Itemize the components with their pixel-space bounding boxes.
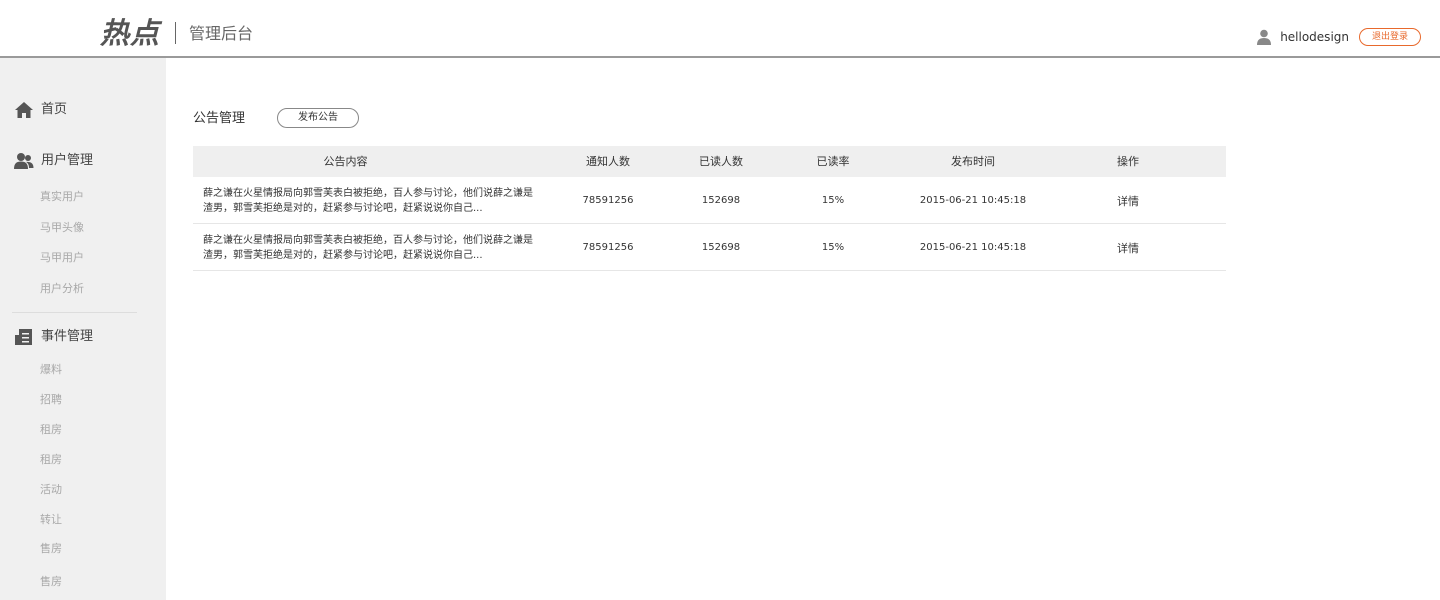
sidebar-item-label: 首页 bbox=[41, 102, 68, 117]
column-header-publish-time: 发布时间 bbox=[951, 155, 995, 168]
cell-read: 152698 bbox=[701, 195, 741, 206]
user-area: hellodesign 退出登录 bbox=[1257, 28, 1421, 46]
column-header-read-rate: 已读率 bbox=[816, 155, 850, 168]
sidebar-subitem-user-analytics[interactable]: 用户分析 bbox=[40, 282, 84, 296]
table-row: 薛之谦在火星情报局向郭雪芙表白被拒绝，百人参与讨论，他们说薛之谦是渣男，郭雪芙拒… bbox=[193, 177, 1226, 224]
app-subtitle: 管理后台 bbox=[189, 24, 254, 43]
sidebar: 首页 用户管理 真实用户 马甲头像 马甲用户 用户分析 事件管理 爆料 招聘 租… bbox=[0, 58, 166, 600]
sidebar-subitem-real-users[interactable]: 真实用户 bbox=[40, 190, 84, 204]
sidebar-subitem-vest-users[interactable]: 马甲用户 bbox=[40, 251, 84, 265]
cell-read-rate: 15% bbox=[821, 195, 845, 206]
column-header-content: 公告内容 bbox=[323, 155, 368, 168]
app-logo[interactable]: 热点 bbox=[100, 16, 160, 50]
sidebar-subitem-event[interactable]: 爆料 bbox=[40, 363, 62, 377]
cell-publish-time: 2015-06-21 10:45:18 bbox=[919, 242, 1027, 253]
cell-content: 薛之谦在火星情报局向郭雪芙表白被拒绝，百人参与讨论，他们说薛之谦是渣男，郭雪芙拒… bbox=[203, 224, 533, 271]
cell-publish-time: 2015-06-21 10:45:18 bbox=[919, 195, 1027, 206]
announcement-text: 薛之谦在火星情报局向郭雪芙表白被拒绝，百人参与讨论，他们说薛之谦是渣男，郭雪芙拒… bbox=[203, 234, 533, 261]
details-link[interactable]: 详情 bbox=[1098, 224, 1158, 271]
cell-read-rate: 15% bbox=[821, 242, 845, 253]
sidebar-item-user-management[interactable]: 用户管理 bbox=[14, 152, 93, 170]
user-avatar-icon bbox=[1257, 29, 1272, 45]
details-link[interactable]: 详情 bbox=[1098, 177, 1158, 224]
sidebar-subitem-event[interactable]: 转让 bbox=[40, 513, 62, 527]
cell-notified: 78591256 bbox=[582, 195, 634, 206]
table-header: 公告内容 通知人数 已读人数 已读率 发布时间 操作 bbox=[193, 146, 1226, 177]
sidebar-subitem-event[interactable]: 售房 bbox=[40, 542, 62, 556]
cell-read: 152698 bbox=[701, 242, 741, 253]
sidebar-divider bbox=[12, 312, 137, 313]
page-title: 公告管理 bbox=[193, 111, 246, 126]
users-icon bbox=[14, 153, 34, 169]
sidebar-subitem-event[interactable]: 售房 bbox=[40, 575, 62, 589]
brand-divider bbox=[175, 22, 176, 44]
sidebar-subitem-event[interactable]: 租房 bbox=[40, 423, 62, 437]
sidebar-subitem-event[interactable]: 活动 bbox=[40, 483, 62, 497]
announcement-text: 薛之谦在火星情报局向郭雪芙表白被拒绝，百人参与讨论，他们说薛之谦是渣男，郭雪芙拒… bbox=[203, 187, 533, 214]
cell-notified: 78591256 bbox=[582, 242, 634, 253]
column-header-action: 操作 bbox=[1117, 155, 1139, 168]
top-header: 热点 管理后台 hellodesign 退出登录 bbox=[0, 0, 1440, 58]
column-header-read: 已读人数 bbox=[699, 155, 743, 168]
sidebar-subitem-event[interactable]: 招聘 bbox=[40, 393, 62, 407]
home-icon bbox=[15, 102, 33, 118]
sidebar-subitem-event[interactable]: 租房 bbox=[40, 453, 62, 467]
document-icon bbox=[15, 329, 32, 345]
cell-content: 薛之谦在火星情报局向郭雪芙表白被拒绝，百人参与讨论，他们说薛之谦是渣男，郭雪芙拒… bbox=[203, 177, 533, 224]
sidebar-item-event-management[interactable]: 事件管理 bbox=[14, 328, 93, 346]
sidebar-item-label: 用户管理 bbox=[41, 153, 94, 168]
sidebar-item-label: 事件管理 bbox=[41, 329, 94, 344]
publish-announcement-button[interactable]: 发布公告 bbox=[277, 108, 359, 128]
column-header-notified: 通知人数 bbox=[586, 155, 630, 168]
username[interactable]: hellodesign bbox=[1280, 28, 1349, 46]
logout-button[interactable]: 退出登录 bbox=[1359, 28, 1421, 46]
table-row: 薛之谦在火星情报局向郭雪芙表白被拒绝，百人参与讨论，他们说薛之谦是渣男，郭雪芙拒… bbox=[193, 224, 1226, 271]
announcement-table: 公告内容 通知人数 已读人数 已读率 发布时间 操作 薛之谦在火星情报局向郭雪芙… bbox=[193, 146, 1226, 271]
sidebar-item-home[interactable]: 首页 bbox=[14, 101, 67, 119]
sidebar-subitem-vest-avatars[interactable]: 马甲头像 bbox=[40, 221, 84, 235]
